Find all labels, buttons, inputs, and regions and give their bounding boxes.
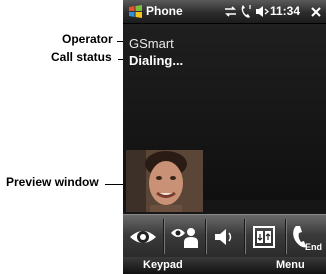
clock[interactable]: 11:34 [270,4,300,18]
end-call-label: End [305,242,322,252]
swap-camera-icon [253,225,275,248]
swap-video-button[interactable] [245,215,285,258]
annotation-preview-window: Preview window [6,175,99,189]
annotation-operator: Operator [62,32,113,46]
video-toggle-button[interactable] [123,215,163,258]
phone-screen: Phone 11:34 GSmart Dialing... End Keypad… [123,0,326,274]
person-eye-icon [170,227,198,248]
eye-icon [130,230,156,243]
operator-name: GSmart [129,36,174,51]
contact-view-button[interactable] [164,215,205,258]
speaker-icon [215,228,232,245]
call-toolbar: End [123,214,326,258]
title-bar: Phone 11:34 [123,0,326,24]
video-preview-window[interactable] [126,150,203,212]
annotation-call-status: Call status [51,50,112,64]
call-status: Dialing... [129,53,184,68]
softkey-menu[interactable]: Menu [276,259,305,271]
phone-signal-icon[interactable] [239,0,253,23]
preview-face-image [126,150,203,212]
softkey-keypad[interactable]: Keypad [143,259,183,271]
windows-start-icon[interactable] [127,0,143,23]
speaker-button[interactable] [206,215,244,258]
close-icon[interactable] [308,0,324,23]
app-title: Phone [146,4,183,18]
volume-icon[interactable] [254,0,270,23]
end-call-button[interactable]: End [286,215,326,258]
connectivity-icon[interactable] [223,0,237,23]
end-call-icon: End [293,225,322,252]
softkey-bar: Keypad Menu [123,257,326,274]
